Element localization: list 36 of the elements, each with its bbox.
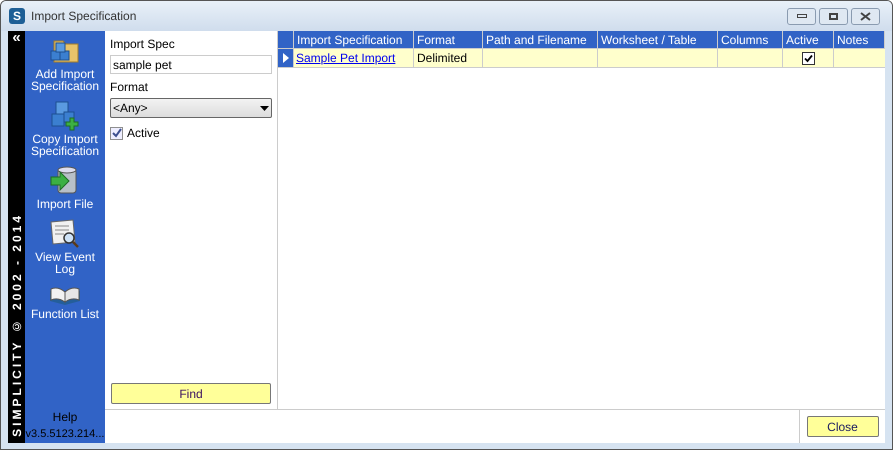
sidebar-item[interactable]: Add Import Specification bbox=[25, 35, 105, 92]
close-window-button[interactable] bbox=[851, 8, 880, 24]
dropdown-caret-icon bbox=[260, 106, 269, 110]
copyright-text: SIMPLICITY © 2002 - 2014 bbox=[8, 213, 24, 437]
active-checkbox[interactable] bbox=[110, 126, 123, 140]
minimize-button[interactable] bbox=[787, 8, 816, 24]
field-label: Import Spec bbox=[110, 36, 176, 53]
close-icon bbox=[860, 12, 871, 20]
field-label: Format bbox=[110, 79, 150, 96]
checkbox-label: Active bbox=[127, 125, 160, 142]
app-logo: S bbox=[9, 8, 25, 24]
column-header[interactable]: Notes bbox=[834, 31, 885, 48]
close-button[interactable]: Close bbox=[806, 416, 878, 437]
row-pointer-icon bbox=[282, 53, 288, 63]
column-header[interactable]: Format bbox=[414, 31, 483, 48]
spec-link[interactable]: Sample Pet Import bbox=[296, 51, 396, 65]
window-title: Import Specification bbox=[31, 8, 138, 25]
table-row[interactable]: Sample Pet Import Delimited bbox=[278, 49, 885, 68]
sidebar-item[interactable]: Function List bbox=[25, 283, 105, 320]
import-spec-field[interactable]: sample pet bbox=[110, 55, 272, 74]
format-dropdown[interactable]: <Any> bbox=[110, 98, 272, 118]
help-link[interactable]: Help bbox=[52, 408, 78, 426]
sidebar-item[interactable]: Import File bbox=[25, 165, 105, 210]
collapse-button[interactable]: « bbox=[12, 31, 21, 45]
column-header[interactable]: Worksheet / Table bbox=[598, 31, 718, 48]
column-header[interactable]: Import Specification bbox=[294, 31, 414, 48]
find-button[interactable]: Find bbox=[111, 383, 271, 404]
active-checkbox[interactable] bbox=[802, 52, 814, 64]
column-header[interactable]: Columns bbox=[718, 31, 783, 48]
sidebar-item[interactable]: View Event Log bbox=[25, 218, 105, 275]
column-header[interactable]: Path and Filename bbox=[483, 31, 598, 48]
version-text: v3.5.5123.214... bbox=[26, 426, 104, 442]
column-header[interactable]: Active bbox=[783, 31, 834, 48]
sidebar-item[interactable]: Copy Import Specification bbox=[25, 100, 105, 157]
table-cell: Delimited bbox=[414, 49, 483, 67]
maximize-button[interactable] bbox=[819, 8, 848, 24]
